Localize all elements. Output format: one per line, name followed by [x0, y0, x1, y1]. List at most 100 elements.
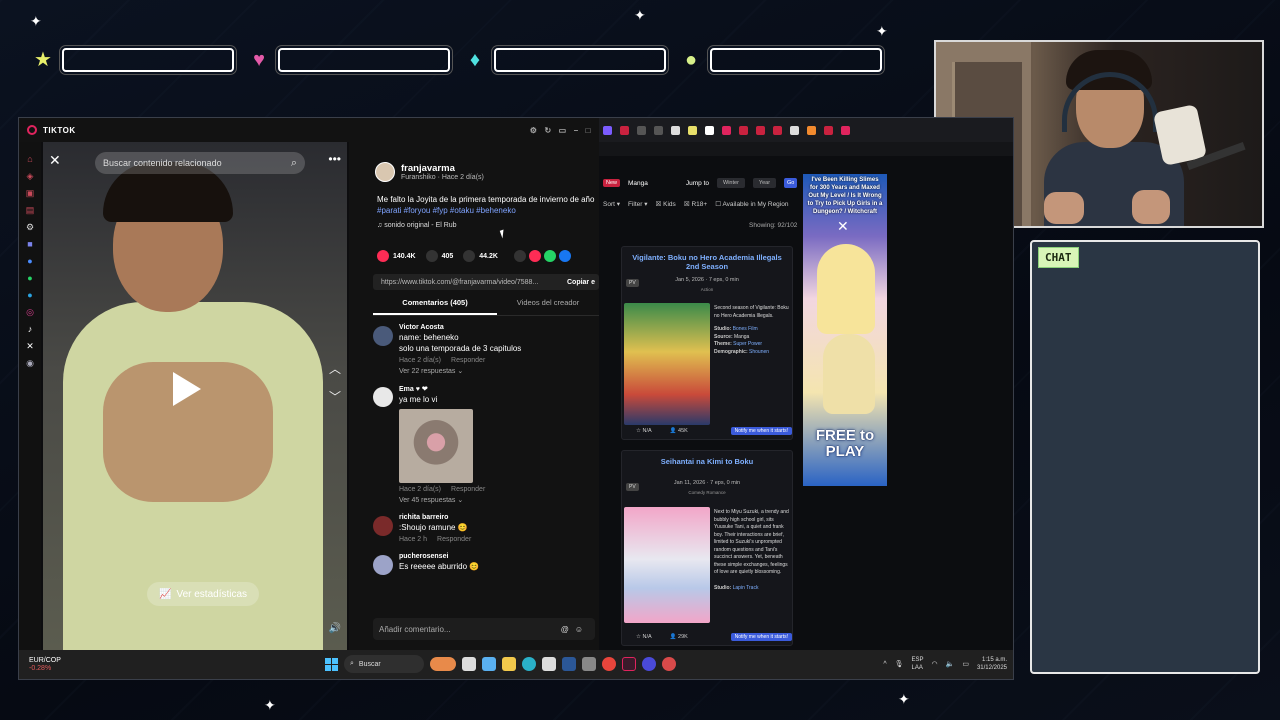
region-checkbox[interactable]: ☐ Available in My Region	[715, 200, 788, 208]
reply-link[interactable]: Responder	[451, 357, 485, 364]
settings-icon[interactable]: ⚙	[26, 222, 34, 233]
season-select[interactable]: Winter	[717, 178, 745, 188]
avatar[interactable]	[373, 516, 393, 536]
anime-poster[interactable]	[624, 303, 710, 425]
comment-user[interactable]: Victor Acosta	[399, 324, 593, 331]
file-explorer-icon[interactable]	[502, 657, 516, 671]
wifi-icon[interactable]: ◠	[932, 660, 938, 668]
anime-poster[interactable]	[624, 507, 710, 623]
post-author[interactable]: franjavarma Furanshiko · Hace 2 día(s)	[375, 162, 484, 182]
send-icon[interactable]	[528, 250, 541, 262]
comment-user[interactable]: Ema ♥ ❤	[399, 385, 593, 393]
year-select[interactable]: Year	[752, 178, 777, 188]
messenger-icon[interactable]: ●	[27, 256, 32, 267]
volume-icon[interactable]: 🔊	[329, 623, 341, 634]
language-indicator[interactable]: ESP LAA	[912, 656, 924, 672]
clock[interactable]: 1:15 a.m. 31/12/2025	[977, 656, 1007, 672]
widget-icon[interactable]	[430, 657, 456, 671]
pv-badge[interactable]: PV	[626, 279, 639, 287]
fx-widget[interactable]: EUR/COP -0.28%	[29, 657, 61, 673]
comment-button[interactable]: 405	[425, 250, 453, 262]
microphone-icon[interactable]: 🎙	[895, 660, 904, 668]
obs-icon[interactable]	[642, 657, 656, 671]
tab-favicon-icon[interactable]	[671, 125, 680, 135]
tab-comments[interactable]: Comentarios (405)	[373, 298, 497, 315]
tab-creator-videos[interactable]: Videos del creador	[497, 298, 599, 315]
save-button[interactable]: 44.2K	[463, 250, 498, 262]
settings-icon[interactable]: ⚙	[530, 126, 538, 135]
comment-image[interactable]	[399, 409, 473, 483]
tab-favicon-icon[interactable]	[705, 125, 714, 135]
anime-genres[interactable]: Comedy Romance	[622, 490, 792, 495]
pin-icon[interactable]: ▭	[559, 126, 567, 135]
tab-favicon-icon[interactable]	[637, 125, 646, 135]
comment-user[interactable]: richita barreiro	[399, 514, 593, 521]
whatsapp-icon[interactable]: ●	[27, 273, 32, 284]
view-replies-link[interactable]: Ver 22 respuestas ⌄	[399, 367, 593, 375]
ad-cta[interactable]: FREE to PLAY	[805, 428, 885, 460]
chevron-up-icon[interactable]: ︿	[329, 360, 341, 377]
anime-title[interactable]: Seihantai na Kimi to Boku	[626, 457, 788, 466]
avatar[interactable]	[373, 326, 393, 346]
notify-button[interactable]: Notify me when it starts!	[730, 633, 792, 641]
tab-favicon-icon[interactable]	[688, 125, 697, 135]
manga-link[interactable]: Manga	[628, 180, 648, 187]
sort-dropdown[interactable]: Sort ▾	[603, 200, 620, 208]
anime-genres[interactable]: Action	[622, 287, 792, 292]
embed-icon[interactable]	[513, 250, 526, 262]
studio-link[interactable]: Bones Film	[733, 326, 758, 332]
reply-link[interactable]: Responder	[437, 536, 471, 543]
caption-hashtags[interactable]: #parati #foryou #fyp #otaku #beheneko	[377, 206, 516, 215]
tab-favicon-icon[interactable]	[807, 125, 816, 135]
anime-title[interactable]: Vigilante: Boku no Hero Academia Illegal…	[626, 253, 788, 271]
theme-link[interactable]: Super Power	[733, 341, 762, 347]
ad-banner[interactable]: I've Been Killing Slimes for 300 Years a…	[803, 174, 887, 486]
app-icon[interactable]	[582, 657, 596, 671]
task-view-icon[interactable]	[462, 657, 476, 671]
discord-icon[interactable]: ◉	[26, 358, 34, 369]
chevron-down-icon[interactable]: ﹀	[329, 388, 341, 405]
video-player[interactable]: ✕ Buscar contenido relacionado ⌕ ••• ︿ ﹀…	[43, 142, 347, 650]
tiktok-taskbar-icon[interactable]	[622, 657, 636, 671]
volume-icon[interactable]: 🔈	[946, 660, 955, 668]
chrome-icon[interactable]	[602, 657, 616, 671]
tiktok-icon[interactable]: ♪	[28, 324, 33, 335]
tab-favicon-icon[interactable]	[756, 125, 765, 135]
taskbar-search[interactable]: ⌕ Buscar	[344, 655, 424, 673]
notify-button[interactable]: Notify me when it starts!	[730, 427, 792, 435]
close-icon[interactable]: ✕	[49, 152, 61, 169]
tab-favicon-icon[interactable]	[773, 125, 782, 135]
maximize-icon[interactable]: □	[586, 126, 591, 135]
tab-favicon-icon[interactable]	[603, 125, 612, 135]
chevron-up-icon[interactable]: ^	[883, 661, 886, 668]
home-icon[interactable]: ⌂	[27, 154, 32, 165]
kids-checkbox[interactable]: ☒ Kids	[656, 200, 676, 208]
comment-user[interactable]: pucherosensei	[399, 553, 593, 560]
tab-favicon-icon[interactable]	[790, 125, 799, 135]
copy-link-button[interactable]: Copiar e	[567, 279, 599, 286]
telegram-icon[interactable]: ●	[27, 290, 32, 301]
facebook-icon[interactable]	[558, 250, 571, 262]
word-icon[interactable]	[562, 657, 576, 671]
whatsapp-icon[interactable]	[543, 250, 556, 262]
tab-favicon-icon[interactable]	[654, 125, 663, 135]
related-search-input[interactable]: Buscar contenido relacionado ⌕	[95, 152, 305, 174]
tab-favicon-icon[interactable]	[722, 125, 731, 135]
studio-link[interactable]: Lapin Track	[733, 585, 759, 591]
chat-panel[interactable]: CHAT	[1030, 240, 1260, 674]
x-icon[interactable]: ✕	[26, 341, 34, 352]
battery-icon[interactable]: ▭	[962, 660, 969, 668]
post-sound[interactable]: ♫ sonido original - El Rub	[377, 222, 457, 229]
teams-icon[interactable]: ■	[27, 239, 32, 250]
refresh-icon[interactable]: ↻	[544, 126, 551, 135]
play-icon[interactable]	[173, 372, 201, 406]
avatar[interactable]	[375, 162, 395, 182]
r18-checkbox[interactable]: ☒ R18+	[684, 200, 707, 208]
avatar[interactable]	[373, 555, 393, 575]
instagram-icon[interactable]: ◎	[26, 307, 34, 318]
tab-favicon-icon[interactable]	[824, 125, 833, 135]
pv-badge[interactable]: PV	[626, 483, 639, 491]
view-replies-link[interactable]: Ver 45 respuestas ⌄	[399, 496, 593, 504]
demographic-link[interactable]: Shounen	[749, 349, 769, 355]
following-icon[interactable]: ▣	[26, 188, 35, 199]
